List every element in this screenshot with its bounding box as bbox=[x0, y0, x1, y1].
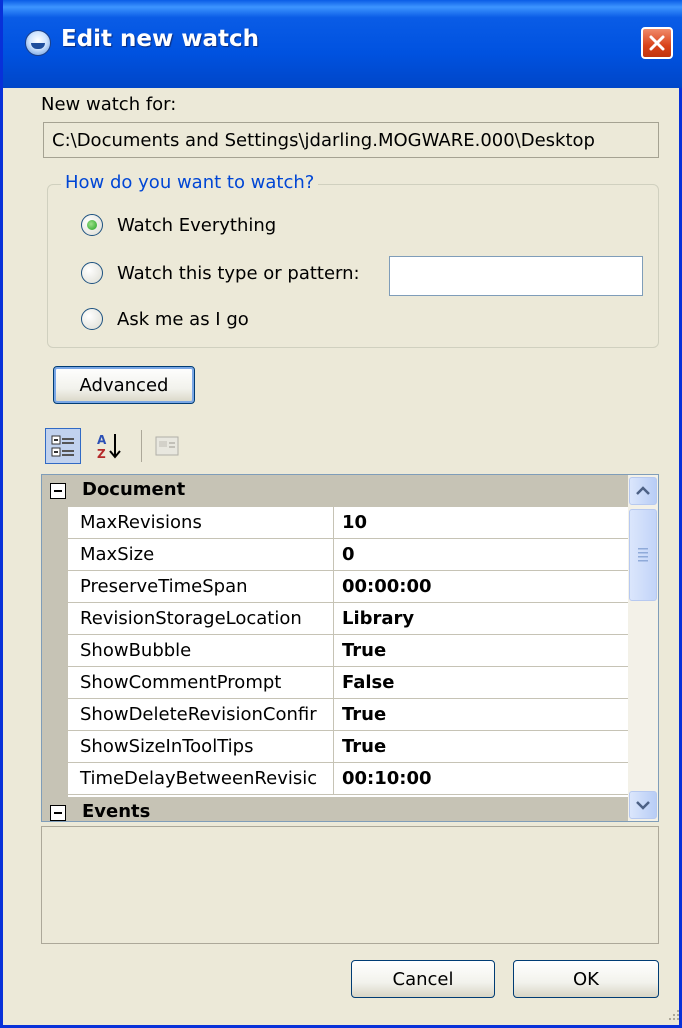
title-bar[interactable]: Edit new watch bbox=[3, 0, 682, 88]
property-row[interactable]: MaxSize 0 bbox=[68, 539, 628, 571]
close-button[interactable] bbox=[641, 27, 673, 59]
category-document[interactable]: Document bbox=[42, 475, 628, 507]
property-value[interactable]: 00:00:00 bbox=[342, 571, 432, 602]
property-name: PreserveTimeSpan bbox=[68, 571, 334, 602]
property-value[interactable]: True bbox=[342, 699, 386, 730]
property-name: TimeDelayBetweenRevisic bbox=[68, 763, 334, 794]
cancel-button[interactable]: Cancel bbox=[351, 960, 495, 998]
watch-pattern-option[interactable]: Watch this type or pattern: bbox=[81, 262, 360, 284]
watch-everything-option[interactable]: Watch Everything bbox=[81, 214, 276, 236]
property-value[interactable]: 00:10:00 bbox=[342, 763, 432, 794]
ask-me-label: Ask me as I go bbox=[117, 308, 249, 330]
property-value[interactable]: True bbox=[342, 731, 386, 762]
property-name: MaxSize bbox=[68, 539, 334, 570]
grip-lines-icon bbox=[638, 548, 648, 562]
category-label: Document bbox=[82, 479, 186, 500]
watch-path-field[interactable]: C:\Documents and Settings\jdarling.MOGWA… bbox=[43, 122, 659, 158]
category-label: Events bbox=[82, 801, 151, 822]
property-name: ShowDeleteRevisionConfir bbox=[68, 699, 334, 730]
property-value[interactable]: 10 bbox=[342, 507, 367, 538]
chevron-up-icon bbox=[636, 486, 650, 495]
property-row[interactable]: TimeDelayBetweenRevisic 00:10:00 bbox=[68, 763, 628, 795]
property-gutter bbox=[42, 507, 68, 797]
ask-me-option[interactable]: Ask me as I go bbox=[81, 308, 249, 330]
toolbar-separator bbox=[141, 430, 142, 462]
watch-for-label: New watch for: bbox=[41, 94, 177, 115]
watch-pattern-radio[interactable] bbox=[81, 262, 103, 284]
property-pages-icon bbox=[155, 436, 179, 456]
categorized-view-icon bbox=[51, 435, 74, 457]
categorized-view-button[interactable] bbox=[45, 428, 81, 464]
resize-grip-icon[interactable] bbox=[665, 1006, 681, 1022]
ok-button[interactable]: OK bbox=[513, 960, 659, 998]
watch-pattern-label: Watch this type or pattern: bbox=[117, 262, 360, 284]
scroll-down-button[interactable] bbox=[629, 791, 657, 819]
window-title: Edit new watch bbox=[61, 26, 260, 52]
property-value[interactable]: Library bbox=[342, 603, 414, 634]
property-name: RevisionStorageLocation bbox=[68, 603, 334, 634]
svg-text:A: A bbox=[97, 433, 107, 447]
property-row[interactable]: RevisionStorageLocation Library bbox=[68, 603, 628, 635]
property-value[interactable]: False bbox=[342, 667, 394, 698]
scroll-thumb[interactable] bbox=[629, 509, 657, 601]
property-value[interactable]: True bbox=[342, 635, 386, 666]
property-grid[interactable]: Document MaxRevisions 10 MaxSize 0 Prese… bbox=[41, 474, 659, 822]
vertical-scrollbar[interactable] bbox=[628, 475, 658, 821]
watch-mode-legend: How do you want to watch? bbox=[61, 172, 319, 193]
property-pages-button[interactable] bbox=[149, 428, 185, 464]
edit-watch-dialog: Edit new watch New watch for: C:\Documen… bbox=[0, 0, 682, 1028]
sort-alphabetical-icon: A Z bbox=[97, 433, 121, 461]
svg-text:Z: Z bbox=[97, 447, 106, 461]
watch-everything-radio[interactable] bbox=[81, 214, 103, 236]
property-row[interactable]: ShowBubble True bbox=[68, 635, 628, 667]
collapse-icon[interactable] bbox=[50, 483, 66, 499]
collapse-icon[interactable] bbox=[50, 805, 66, 821]
sort-alphabetical-button[interactable]: A Z bbox=[91, 428, 127, 464]
chevron-down-icon bbox=[636, 801, 650, 810]
pattern-input[interactable] bbox=[389, 256, 643, 296]
property-name: ShowCommentPrompt bbox=[68, 667, 334, 698]
ask-me-radio[interactable] bbox=[81, 308, 103, 330]
advanced-button[interactable]: Advanced bbox=[53, 366, 195, 404]
property-name: ShowSizeInToolTips bbox=[68, 731, 334, 762]
property-row[interactable]: ShowDeleteRevisionConfir True bbox=[68, 699, 628, 731]
property-name: MaxRevisions bbox=[68, 507, 334, 538]
property-description-panel bbox=[41, 826, 659, 944]
category-events[interactable]: Events bbox=[42, 797, 628, 822]
property-row[interactable]: ShowCommentPrompt False bbox=[68, 667, 628, 699]
app-icon bbox=[25, 30, 51, 56]
property-value[interactable]: 0 bbox=[342, 539, 355, 570]
watch-everything-label: Watch Everything bbox=[117, 214, 277, 236]
close-icon bbox=[649, 35, 665, 51]
property-row[interactable]: PreserveTimeSpan 00:00:00 bbox=[68, 571, 628, 603]
scroll-up-button[interactable] bbox=[629, 477, 657, 505]
property-name: ShowBubble bbox=[68, 635, 334, 666]
property-row[interactable]: ShowSizeInToolTips True bbox=[68, 731, 628, 763]
property-row[interactable]: MaxRevisions 10 bbox=[68, 507, 628, 539]
